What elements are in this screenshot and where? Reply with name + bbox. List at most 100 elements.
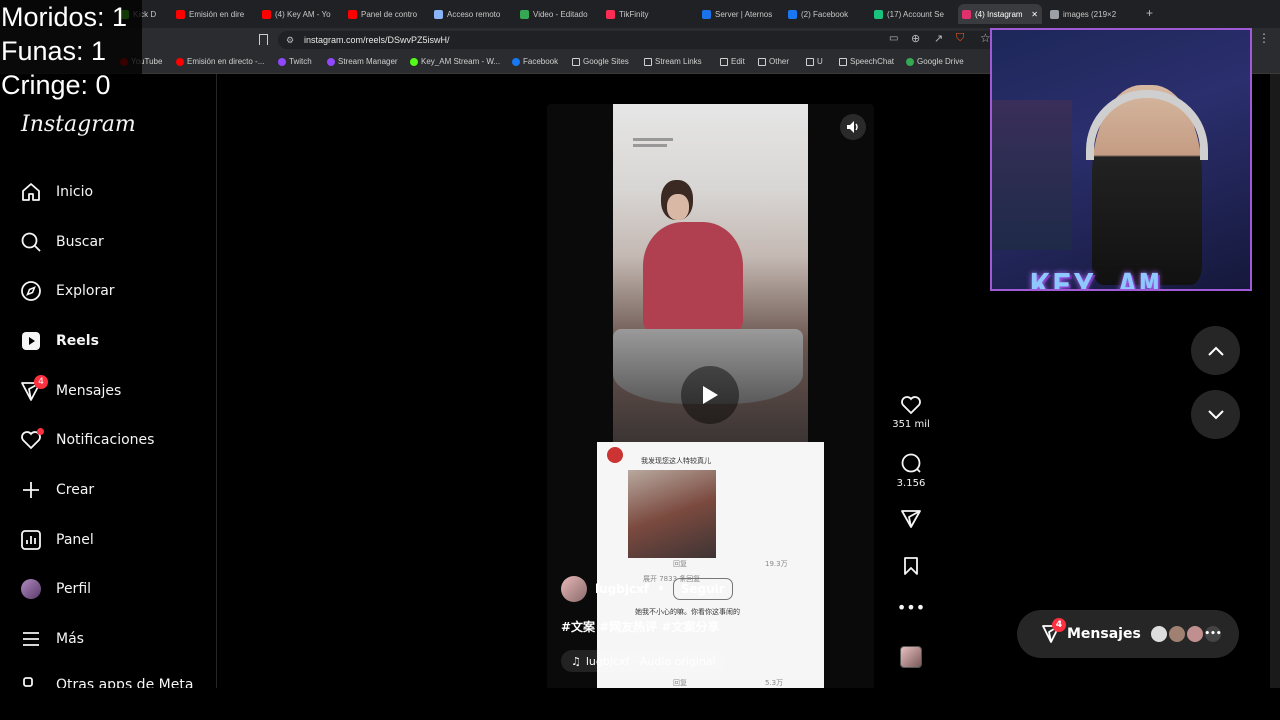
video-caption-text bbox=[633, 138, 673, 147]
browser-tab[interactable]: Acceso remoto bbox=[430, 4, 510, 24]
bookmark-label: Google Sites bbox=[583, 57, 629, 66]
sidebar-item-notificaciones[interactable]: Notificaciones bbox=[20, 426, 154, 454]
contact-avatar-1 bbox=[1149, 624, 1169, 644]
sidebar-item-panel[interactable]: Panel bbox=[20, 526, 94, 554]
speaker-icon bbox=[847, 121, 858, 133]
bookmark-item[interactable]: Stream Manager bbox=[327, 57, 398, 66]
like-action[interactable]: 351 mil bbox=[891, 395, 931, 430]
browser-tab[interactable]: (4) Instagram ✕ bbox=[958, 4, 1042, 24]
play-button[interactable] bbox=[681, 366, 739, 424]
share-icon[interactable]: ↗ bbox=[934, 32, 943, 45]
browser-tab[interactable]: Emisión en dire bbox=[172, 4, 252, 24]
bookmark-label: SpeechChat bbox=[850, 57, 895, 66]
next-reel-button[interactable] bbox=[1191, 390, 1240, 439]
browser-tab[interactable]: Video - Editado bbox=[516, 4, 596, 24]
bookmark-item[interactable]: U bbox=[806, 57, 823, 66]
author-username[interactable]: lugbjcxf bbox=[595, 582, 649, 596]
messages-badge: 4 bbox=[1052, 618, 1066, 632]
bookmark-item[interactable]: Other bbox=[758, 57, 789, 66]
browser-tab[interactable]: Server | Aternos bbox=[698, 4, 778, 24]
bookmark-label: Facebook bbox=[523, 57, 559, 66]
bookmark-icon bbox=[512, 57, 520, 66]
notification-dot bbox=[37, 428, 44, 435]
bookmark-label: Google Drive bbox=[917, 57, 964, 66]
bookmark-label: Stream Manager bbox=[338, 57, 398, 66]
comment-action[interactable]: 3.156 bbox=[891, 452, 931, 489]
bookmark-label: Edit bbox=[731, 57, 745, 66]
mute-button[interactable] bbox=[840, 114, 866, 140]
bookmark-item[interactable]: Key_AM Stream - W... bbox=[410, 57, 500, 66]
sidebar-item-reels[interactable]: Reels bbox=[20, 327, 99, 355]
reel-hashtags[interactable]: #文案 #网友热评 #文案分享 bbox=[561, 618, 720, 635]
bookmark-item[interactable]: Twitch bbox=[278, 57, 312, 66]
heart-icon bbox=[20, 428, 44, 451]
instagram-logo[interactable]: Instagram bbox=[21, 112, 136, 137]
comment-line-2: 她我不小心的嘛。你看你这事闹的 bbox=[635, 608, 740, 616]
bookmark-icon bbox=[839, 57, 847, 66]
install-icon[interactable]: ▭ bbox=[889, 33, 898, 44]
menu-icon bbox=[20, 628, 42, 650]
more-action[interactable]: ••• bbox=[891, 600, 931, 616]
sidebar-item-más[interactable]: Más bbox=[20, 625, 84, 653]
audio-label: lugbjcxf · Audio original bbox=[585, 654, 716, 668]
close-tab-icon[interactable]: ✕ bbox=[1031, 10, 1038, 19]
tab-favicon-icon bbox=[962, 9, 971, 19]
author-separator: • bbox=[657, 582, 665, 596]
bookmark-icon bbox=[720, 57, 728, 66]
comment-icon bbox=[901, 453, 921, 473]
tab-favicon-icon bbox=[262, 9, 271, 19]
share-action[interactable] bbox=[891, 509, 931, 529]
bookmark-item[interactable]: Google Sites bbox=[572, 57, 629, 66]
bookmark-item[interactable]: Facebook bbox=[512, 57, 558, 66]
bookmark-page-icon[interactable] bbox=[259, 34, 268, 45]
site-info-icon[interactable]: ⚙ bbox=[286, 35, 294, 46]
zoom-icon[interactable]: ⊕ bbox=[911, 32, 920, 45]
tab-favicon-icon bbox=[606, 9, 615, 19]
messages-pill[interactable]: 4 Mensajes ••• bbox=[1017, 610, 1239, 658]
sidebar-item-label: Notificaciones bbox=[56, 432, 155, 448]
audio-pill[interactable]: ♫ lugbjcxf · Audio original bbox=[561, 650, 726, 672]
browser-tab[interactable]: images (219×2 bbox=[1046, 4, 1126, 24]
bookmark-icon bbox=[176, 57, 184, 66]
shield-icon[interactable]: ⛉ bbox=[956, 32, 964, 45]
more-dots-icon: ••• bbox=[896, 598, 926, 617]
menu-dots-icon[interactable]: ⋮ bbox=[1258, 31, 1270, 45]
author-avatar[interactable] bbox=[561, 576, 587, 602]
reel-player[interactable]: 我发现您这人特较真儿 回复 19.3万 展开 7833 条回复 她我不小心的嘛。… bbox=[547, 104, 874, 688]
follow-button[interactable]: Seguir bbox=[672, 578, 733, 600]
sidebar-item-crear[interactable]: Crear bbox=[20, 476, 94, 504]
browser-tab[interactable]: (2) Facebook bbox=[784, 4, 864, 24]
bookmark-item[interactable]: SpeechChat bbox=[839, 57, 894, 66]
bookmark-label: Stream Links bbox=[655, 57, 702, 66]
bookmark-icon bbox=[806, 57, 814, 66]
sidebar-item-explorar[interactable]: Explorar bbox=[20, 277, 115, 305]
bookmark-item[interactable]: Emisión en directo -... bbox=[176, 57, 264, 66]
browser-tab-bar: Kick D Emisión en dire (4) Key AM - Yo Pane… bbox=[0, 0, 1280, 28]
sidebar-item-inicio[interactable]: Inicio bbox=[20, 178, 93, 206]
bookmark-item[interactable]: Edit bbox=[720, 57, 745, 66]
previous-reel-button[interactable] bbox=[1191, 326, 1240, 375]
audio-thumbnail[interactable] bbox=[891, 646, 931, 668]
page-scrollbar[interactable] bbox=[1270, 74, 1280, 688]
chevron-up-icon bbox=[1207, 346, 1224, 356]
sidebar-item-label: Mensajes bbox=[56, 383, 122, 399]
sidebar-item-label: Panel bbox=[56, 532, 94, 548]
browser-tab[interactable]: Panel de contro bbox=[344, 4, 424, 24]
bookmark-item[interactable]: Google Drive bbox=[906, 57, 964, 66]
compass-icon bbox=[20, 280, 42, 302]
reel-author: lugbjcxf • Seguir bbox=[561, 576, 733, 602]
sidebar-item-mensajes[interactable]: 4 Mensajes bbox=[20, 375, 122, 405]
sidebar-item-buscar[interactable]: Buscar bbox=[20, 228, 104, 256]
like-count: 351 mil bbox=[892, 419, 930, 430]
bookmark-item[interactable]: Stream Links bbox=[644, 57, 702, 66]
new-tab-icon[interactable]: + bbox=[1146, 6, 1153, 20]
sidebar-item-perfil[interactable]: Perfil bbox=[20, 575, 91, 603]
reels-icon bbox=[20, 330, 42, 352]
save-action[interactable] bbox=[891, 556, 931, 576]
browser-tab[interactable]: TikFinity bbox=[602, 4, 682, 24]
browser-tab[interactable]: (4) Key AM - Yo bbox=[258, 4, 338, 24]
browser-tab[interactable]: (17) Account Se bbox=[870, 4, 950, 24]
messenger-icon: 4 bbox=[1041, 618, 1066, 644]
bookmark-icon bbox=[410, 57, 418, 66]
sidebar-item-label: Perfil bbox=[56, 581, 92, 597]
